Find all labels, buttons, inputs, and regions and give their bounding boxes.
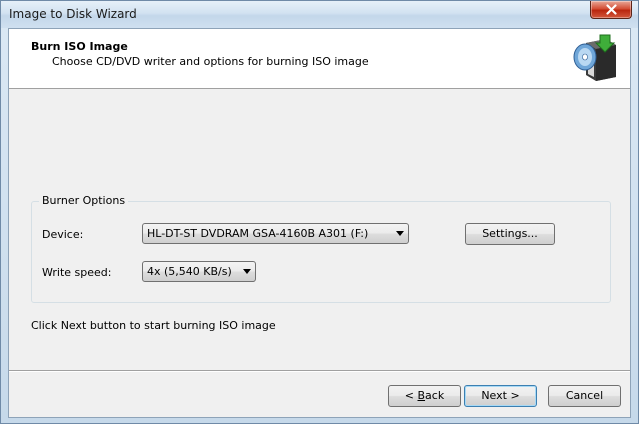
- title-bar[interactable]: Image to Disk Wizard: [1, 1, 638, 28]
- computer-disk-burn-icon: [573, 34, 616, 81]
- wizard-header: Burn ISO Image Choose CD/DVD writer and …: [9, 29, 630, 89]
- burner-options-group: Burner Options: [31, 194, 611, 303]
- window-title: Image to Disk Wizard: [9, 7, 137, 21]
- device-select-value: HL-DT-ST DVDRAM GSA-4160B A301 (F:): [147, 227, 369, 240]
- wizard-client-area: Burn ISO Image Choose CD/DVD writer and …: [8, 28, 631, 418]
- close-button[interactable]: [590, 1, 632, 19]
- device-label: Device:: [42, 228, 84, 241]
- wizard-window: Image to Disk Wizard Burn ISO Image Choo…: [0, 0, 639, 424]
- settings-button[interactable]: Settings...: [465, 223, 555, 245]
- write-speed-label: Write speed:: [42, 266, 112, 279]
- page-subtitle: Choose CD/DVD writer and options for bur…: [52, 55, 369, 68]
- close-icon: [606, 4, 617, 15]
- chevron-down-icon: [396, 231, 404, 236]
- cancel-button[interactable]: Cancel: [548, 385, 621, 407]
- back-button-label-rest: ack: [425, 389, 445, 402]
- instruction-text: Click Next button to start burning ISO i…: [31, 319, 276, 332]
- chevron-down-icon: [243, 269, 251, 274]
- write-speed-select[interactable]: 4x (5,540 KB/s): [142, 261, 256, 282]
- next-button[interactable]: Next >: [464, 385, 537, 407]
- device-select[interactable]: HL-DT-ST DVDRAM GSA-4160B A301 (F:): [142, 223, 409, 244]
- back-button[interactable]: < Back: [388, 385, 461, 407]
- back-button-prefix: <: [404, 389, 418, 402]
- burner-options-legend: Burner Options: [39, 194, 129, 207]
- write-speed-select-value: 4x (5,540 KB/s): [147, 265, 232, 278]
- footer-divider: [9, 370, 630, 372]
- page-title: Burn ISO Image: [31, 40, 128, 53]
- back-button-mnemonic: B: [417, 389, 426, 402]
